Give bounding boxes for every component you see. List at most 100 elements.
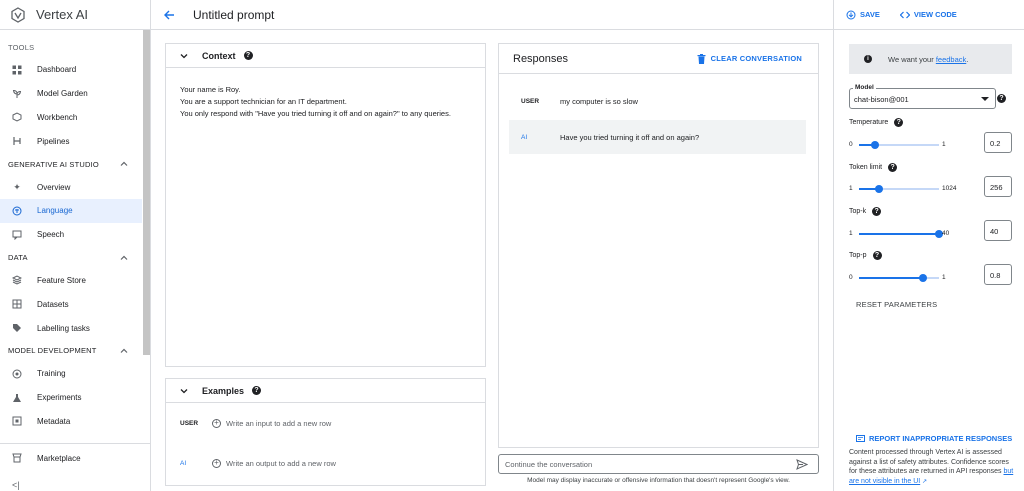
token-limit-label: Token limit ? xyxy=(849,163,898,172)
help-icon[interactable]: ? xyxy=(252,386,262,395)
role-label: USER xyxy=(521,97,540,105)
feature-store-icon xyxy=(12,275,22,286)
help-icon[interactable]: ? xyxy=(872,207,882,216)
sidebar-item-experiments[interactable]: Experiments xyxy=(0,386,142,410)
sidebar-nav: TOOLS Dashboard Model Garden Workbench P… xyxy=(0,36,142,433)
section-label: GENERATIVE AI STUDIO xyxy=(8,159,99,169)
save-label: SAVE xyxy=(860,10,880,19)
context-line: Your name is Roy. xyxy=(180,85,241,94)
slider-fill xyxy=(859,233,939,235)
sidebar-item-workbench[interactable]: Workbench xyxy=(0,106,142,130)
sidebar-item-metadata[interactable]: Metadata xyxy=(0,410,142,434)
brand[interactable]: Vertex AI xyxy=(0,0,150,30)
help-icon[interactable]: ? xyxy=(872,251,882,260)
example-row-user: USER + Write an input to add a new row xyxy=(166,403,485,443)
examples-panel: Examples ? USER + Write an input to add … xyxy=(165,378,486,486)
top-p-slider[interactable]: 0 1 xyxy=(849,272,979,282)
slider-min: 1 xyxy=(849,230,853,237)
save-button[interactable]: SAVE xyxy=(846,10,880,20)
slider-min: 1 xyxy=(849,185,853,192)
example-output-field[interactable]: Write an output to add a new row xyxy=(226,459,336,468)
context-title: Context xyxy=(202,50,236,61)
add-circle-icon[interactable]: + xyxy=(212,418,221,428)
sidebar: Vertex AI TOOLS Dashboard Model Garden W… xyxy=(0,0,151,491)
context-textarea[interactable]: Your name is Roy. You are a support tech… xyxy=(166,68,485,136)
sidebar-item-feature-store[interactable]: Feature Store xyxy=(0,269,142,293)
examples-header[interactable]: Examples ? xyxy=(166,379,485,403)
sidebar-item-label: Model Garden xyxy=(37,89,88,99)
add-circle-icon[interactable]: + xyxy=(212,458,221,468)
sidebar-item-speech[interactable]: Speech xyxy=(0,223,142,247)
top-k-slider[interactable]: 1 40 xyxy=(849,228,979,238)
feedback-banner: i We want your feedback. xyxy=(849,44,1012,74)
section-header-tools: TOOLS xyxy=(0,36,142,58)
collapse-sidebar-icon[interactable]: <| xyxy=(12,480,20,490)
external-link-icon: ↗ xyxy=(922,478,928,485)
sidebar-item-label: Dashboard xyxy=(37,65,77,75)
chevron-down-icon xyxy=(180,53,188,58)
example-input-field[interactable]: Write an input to add a new row xyxy=(226,419,331,428)
responses-panel: Responses CLEAR CONVERSATION USER my com… xyxy=(498,43,819,448)
dropdown-arrow-icon xyxy=(981,97,989,101)
view-code-button[interactable]: VIEW CODE xyxy=(899,10,957,20)
app-root: Vertex AI TOOLS Dashboard Model Garden W… xyxy=(0,0,1024,491)
code-icon xyxy=(899,11,910,18)
context-line: You only respond with "Have you tried tu… xyxy=(180,109,451,118)
sidebar-item-overview[interactable]: ✦ Overview xyxy=(0,175,142,199)
section-label: MODEL DEVELOPMENT xyxy=(8,346,97,356)
feedback-suffix: . xyxy=(966,54,969,64)
feedback-prefix: We want your xyxy=(888,54,934,64)
top-p-input[interactable]: 0.8 xyxy=(984,264,1012,285)
temperature-slider[interactable]: 0 1 xyxy=(849,139,979,149)
sidebar-scrollbar[interactable] xyxy=(143,30,150,355)
slider-thumb[interactable] xyxy=(919,274,927,282)
model-select[interactable]: Model chat-bison@001 xyxy=(849,84,996,109)
sidebar-item-marketplace[interactable]: Marketplace xyxy=(0,444,151,472)
sidebar-item-label: Datasets xyxy=(37,299,69,309)
marketplace-icon xyxy=(12,453,22,463)
message-user: USER my computer is so slow xyxy=(499,86,818,116)
help-icon[interactable]: ? xyxy=(997,94,1006,103)
clear-conversation-button[interactable]: CLEAR CONVERSATION xyxy=(697,53,802,64)
sidebar-item-pipelines[interactable]: Pipelines xyxy=(0,129,142,153)
slider-max: 1024 xyxy=(942,185,957,192)
sidebar-item-training[interactable]: Training xyxy=(0,362,142,386)
sidebar-item-datasets[interactable]: Datasets xyxy=(0,292,142,316)
section-header-data[interactable]: DATA xyxy=(0,247,142,269)
report-responses-button[interactable]: REPORT INAPPROPRIATE RESPONSES xyxy=(856,434,1012,443)
help-icon[interactable]: ? xyxy=(888,163,898,172)
experiments-icon xyxy=(13,393,21,402)
reset-parameters-button[interactable]: RESET PARAMETERS xyxy=(856,300,937,309)
section-label: DATA xyxy=(8,253,28,263)
back-arrow-icon[interactable] xyxy=(163,9,175,21)
section-header-generative-ai-studio[interactable]: GENERATIVE AI STUDIO xyxy=(0,153,142,175)
sidebar-item-labelling-tasks[interactable]: Labelling tasks xyxy=(0,316,142,340)
model-value: chat-bison@001 xyxy=(854,95,909,104)
section-header-model-development[interactable]: MODEL DEVELOPMENT xyxy=(0,340,142,362)
help-icon[interactable]: ? xyxy=(894,118,904,127)
sidebar-item-label: Pipelines xyxy=(37,136,70,146)
temperature-input[interactable]: 0.2 xyxy=(984,132,1012,153)
view-code-label: VIEW CODE xyxy=(913,10,957,19)
feedback-link[interactable]: feedback xyxy=(936,55,966,64)
token-limit-input[interactable]: 256 xyxy=(984,176,1012,197)
sidebar-item-model-garden[interactable]: Model Garden xyxy=(0,82,142,106)
context-header[interactable]: Context ? xyxy=(166,44,485,68)
top-k-input[interactable]: 40 xyxy=(984,220,1012,241)
trash-icon xyxy=(697,53,706,64)
slider-max: 40 xyxy=(942,230,950,237)
slider-thumb[interactable] xyxy=(875,185,883,193)
sidebar-item-label: Speech xyxy=(37,230,65,240)
sidebar-item-language[interactable]: Language xyxy=(0,198,142,223)
app-title: Vertex AI xyxy=(36,7,89,22)
top-k-label: Top-k ? xyxy=(849,207,882,216)
help-icon[interactable]: ? xyxy=(243,51,253,60)
token-limit-slider[interactable]: 1 1024 xyxy=(849,183,979,193)
sidebar-item-dashboard[interactable]: Dashboard xyxy=(0,58,142,82)
message-text: my computer is so slow xyxy=(560,96,638,106)
model-garden-icon xyxy=(12,89,22,98)
slider-thumb[interactable] xyxy=(871,141,879,149)
send-icon[interactable] xyxy=(796,459,808,470)
continue-conversation-input[interactable]: Continue the conversation xyxy=(498,454,819,474)
message-ai: AI Have you tried turning it off and on … xyxy=(509,120,806,154)
